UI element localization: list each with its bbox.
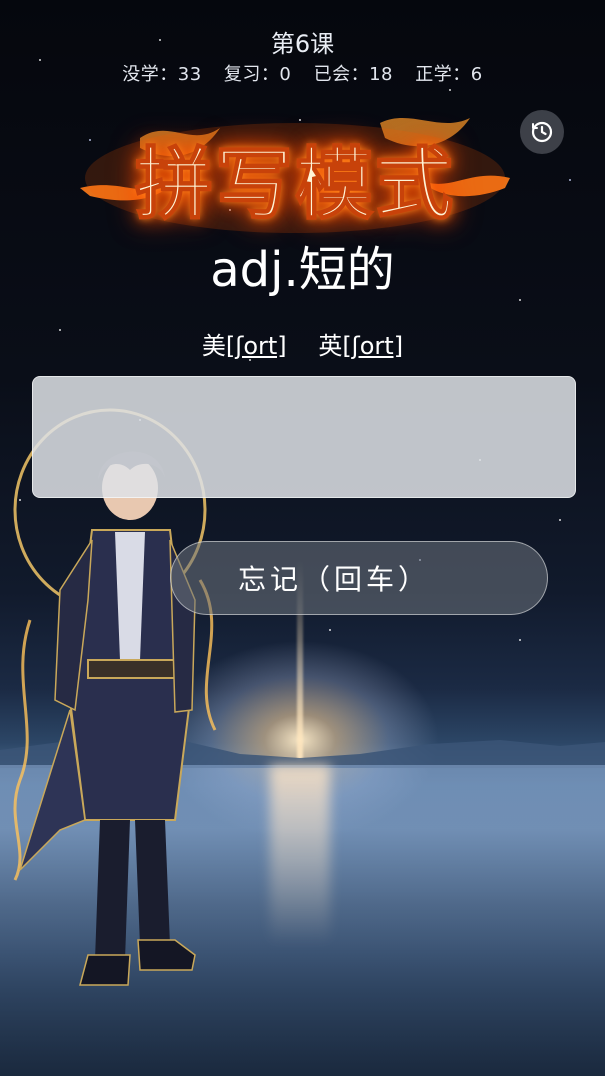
uk-ipa: [ʃort] [342,332,404,360]
us-phonetic[interactable]: 美[ʃort] [202,332,287,360]
stat-mastered: 已会：18 [313,64,394,85]
spelling-input[interactable] [32,376,576,498]
stat-value: 6 [470,64,483,85]
spelling-mode-logo: 拼写模式 [80,108,510,238]
uk-phonetic[interactable]: 英[ʃort] [318,332,403,360]
uk-label: 英 [318,332,343,360]
progress-stats: 没学：33 复习：0 已会：18 正学：6 [0,60,605,86]
stat-label: 没学 [122,64,160,85]
stat-label: 复习 [223,64,261,85]
logo-text: 拼写模式 [134,138,455,231]
us-ipa: [ʃort] [225,332,287,360]
us-label: 美 [201,332,226,360]
forget-button[interactable]: 忘记（回车） [170,541,548,615]
stat-review: 复习：0 [223,64,292,85]
stat-label: 正学 [415,64,453,85]
stat-value: 18 [369,64,394,85]
app-screen: 第6课 没学：33 复习：0 已会：18 正学：6 拼写模式 adj.短的 美[… [0,0,605,1076]
stat-label: 已会 [313,64,351,85]
stat-value: 0 [279,64,292,85]
forget-button-label: 忘记（回车） [237,563,430,596]
lesson-title: 第6课 [270,30,335,58]
ice-reflection [270,765,330,945]
stat-not-learned: 没学：33 [122,64,202,85]
word-meaning: adj.短的 [210,242,395,298]
history-clock-icon [531,121,553,143]
phonetics-row: 美[ʃort] 英[ʃort] [0,326,605,361]
history-button[interactable] [520,110,564,154]
stat-learning: 正学：6 [415,64,483,85]
stat-value: 33 [177,64,202,85]
